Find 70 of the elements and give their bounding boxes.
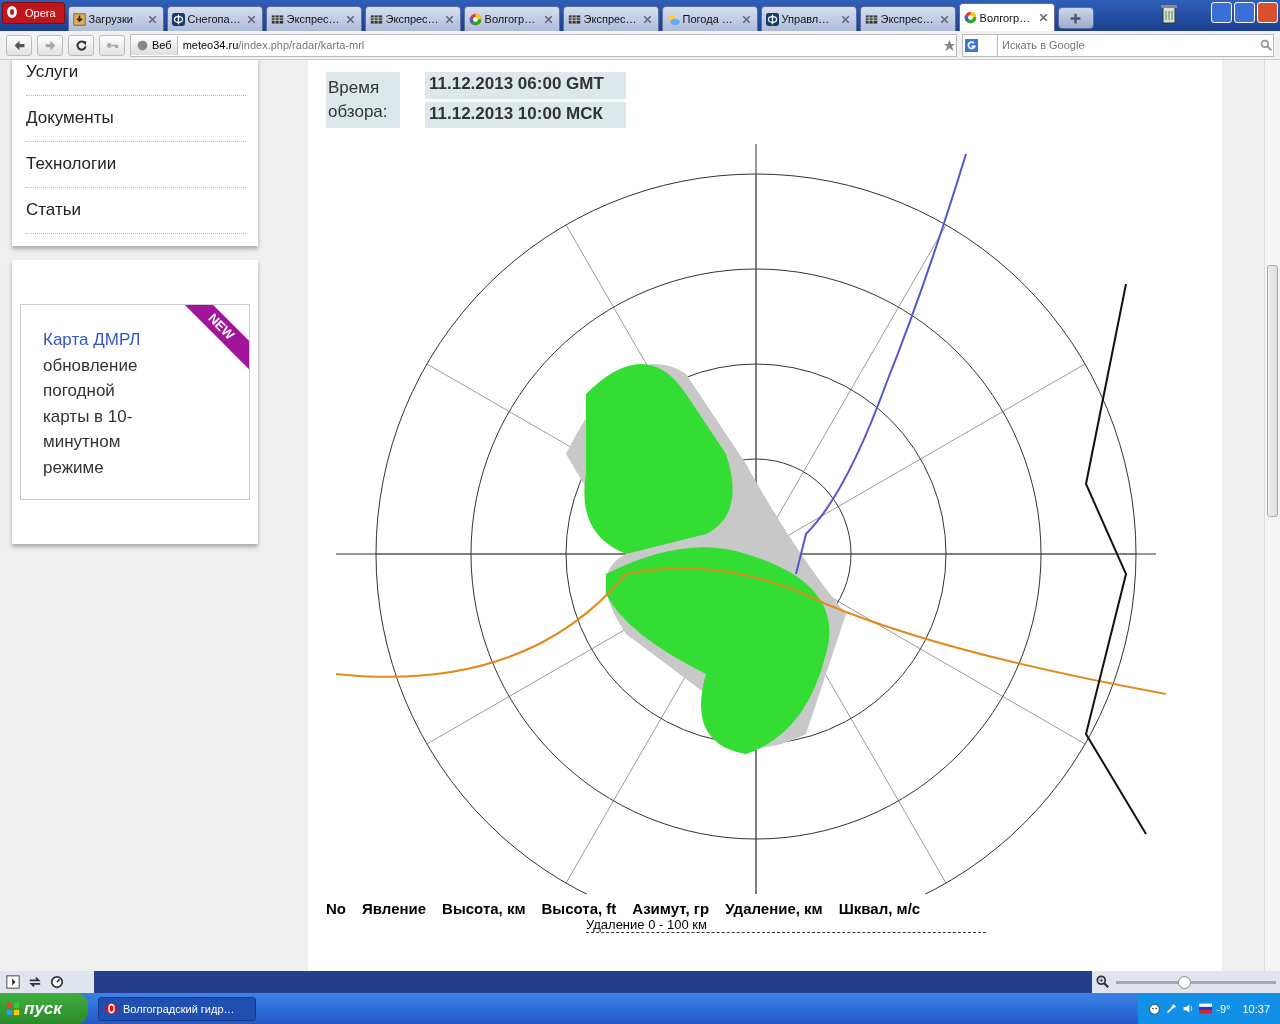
column-header: Высота, км: [442, 900, 526, 917]
grid-icon: [864, 12, 878, 26]
section-heading: Удаление 0 - 100 км: [586, 917, 986, 933]
reload-button[interactable]: [68, 34, 94, 56]
menu-link[interactable]: Документы: [26, 96, 246, 142]
globe-icon: [136, 38, 149, 52]
panel-toggle-icon[interactable]: [6, 975, 20, 989]
browser-tab[interactable]: Погода …: [661, 6, 758, 31]
sun-cloud-icon: [666, 12, 680, 26]
browser-tab[interactable]: Экспрес…: [562, 6, 659, 31]
time-value: 11.12.2013 06:00 GMT: [425, 72, 626, 99]
new-tab-button[interactable]: [1057, 7, 1094, 29]
start-button[interactable]: пуск: [0, 993, 88, 1024]
temperature-text: -9°: [1216, 1002, 1231, 1015]
restore-button[interactable]: [1234, 2, 1255, 23]
download-icon: [72, 12, 86, 26]
sync-icon[interactable]: [28, 975, 42, 989]
g-letter-icon[interactable]: [965, 38, 978, 52]
phi-letter-icon: [171, 12, 185, 26]
browser-tab[interactable]: Волгогр…: [958, 3, 1055, 31]
taskbar-window-button[interactable]: Волгоградский гидр…: [98, 996, 256, 1021]
promo-text: Карта ДМРЛ обновление погодной карты в 10-минутном режиме: [43, 329, 142, 479]
zoom-icon[interactable]: [1096, 975, 1110, 989]
opera-menu-button[interactable]: Opera: [2, 2, 65, 24]
column-header: Явление: [362, 900, 427, 917]
reload-icon: [74, 38, 88, 52]
colored-ball-icon: [468, 12, 482, 26]
forward-button[interactable]: [37, 34, 63, 56]
browser-tab[interactable]: Экспрес…: [859, 6, 956, 31]
browser-tab[interactable]: Снегопа…: [166, 6, 263, 31]
column-header: Азимут, гр: [632, 900, 710, 917]
back-button[interactable]: [6, 34, 32, 56]
plus-icon: [1069, 11, 1083, 25]
web-badge[interactable]: Веб: [131, 35, 178, 55]
address-field[interactable]: Веб meteo34.ru/index.php/radar/karta-mrl: [130, 33, 957, 57]
url-text: meteo34.ru/index.php/radar/karta-mrl: [181, 39, 366, 51]
column-header: Высота, ft: [541, 900, 617, 917]
browser-tab[interactable]: Волгогр…: [463, 6, 560, 31]
trash-bin-icon[interactable]: [1160, 3, 1178, 25]
menu-link[interactable]: Услуги: [26, 60, 246, 96]
vertical-scrollbar[interactable]: [1264, 60, 1280, 971]
minimize-button[interactable]: [1211, 2, 1232, 23]
column-header: Шквал, м/с: [838, 900, 921, 917]
colored-ball-icon: [963, 11, 977, 24]
column-header: No: [326, 900, 346, 917]
slider-thumb[interactable]: [1178, 975, 1192, 989]
close-button[interactable]: [1257, 2, 1278, 23]
o-letter-icon: [105, 1002, 118, 1015]
menu-link[interactable]: Технологии: [26, 142, 246, 188]
flag-icon[interactable]: [1199, 1002, 1213, 1015]
browser-tab[interactable]: Загрузки: [67, 6, 164, 31]
back-arrow-icon: [12, 38, 26, 52]
star-icon[interactable]: [943, 38, 956, 52]
search-icon[interactable]: [1260, 38, 1273, 52]
speedometer-icon[interactable]: [50, 975, 64, 989]
windows-flag-icon: [6, 1001, 20, 1016]
phi-letter-icon: [765, 12, 779, 26]
promo-link[interactable]: Карта ДМРЛ: [43, 330, 141, 349]
menu-link[interactable]: Статьи: [26, 188, 246, 234]
browser-tab[interactable]: Экспрес…: [364, 6, 461, 31]
time-label: Время обзора:: [326, 72, 400, 128]
search-box[interactable]: Искать в Google: [962, 33, 1274, 57]
grid-icon: [567, 12, 581, 26]
clock-text: 10:37: [1242, 1002, 1270, 1015]
browser-tab[interactable]: Управл…: [760, 6, 857, 31]
grid-icon: [369, 12, 383, 26]
grid-icon: [270, 12, 284, 26]
time-value: 11.12.2013 10:00 МСК: [425, 101, 626, 128]
browser-tab[interactable]: Экспрес…: [265, 6, 362, 31]
column-header: Удаление, км: [725, 900, 823, 917]
